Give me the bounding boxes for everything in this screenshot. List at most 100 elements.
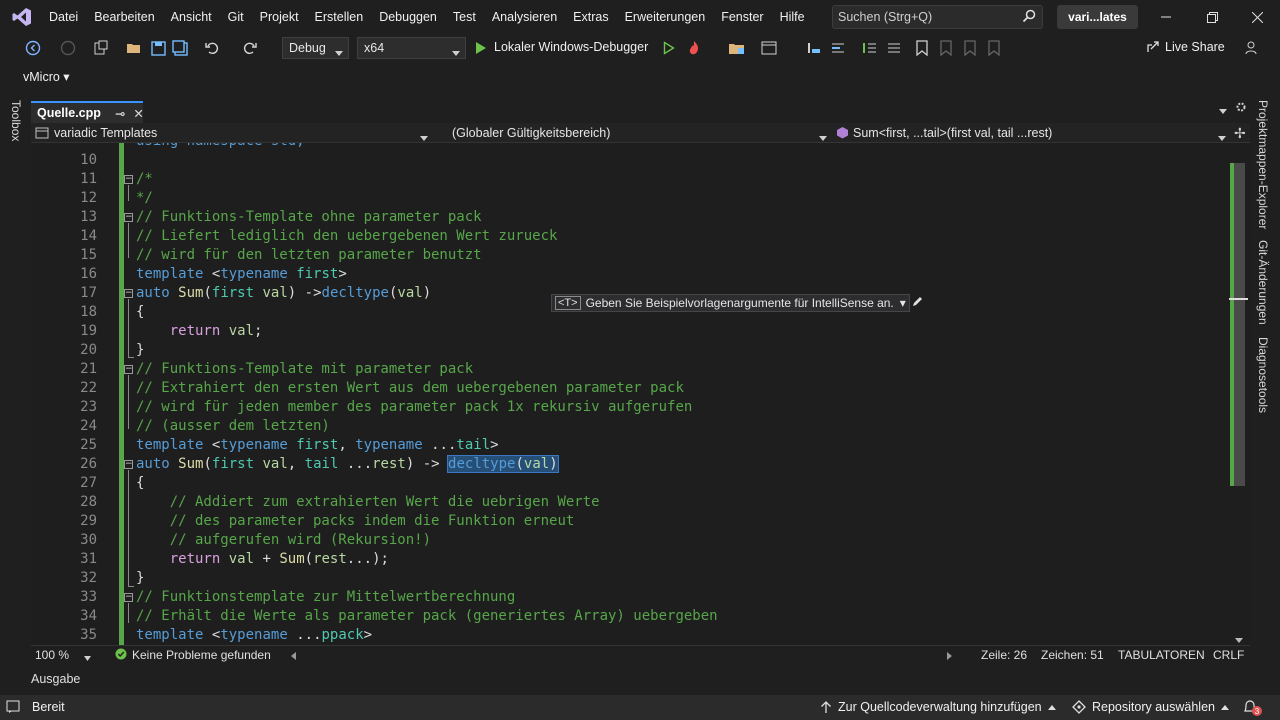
uncomment-lines-icon[interactable] — [886, 38, 902, 58]
code-text[interactable]: // Funktions-Template ohne parameter pac… — [136, 208, 482, 227]
start-debugging-button[interactable]: Lokaler Windows-Debugger — [494, 40, 648, 54]
collapse-toggle[interactable]: − — [124, 213, 133, 222]
code-text[interactable]: return val; — [136, 322, 263, 341]
code-text[interactable]: // Funktions-Template mit parameter pack — [136, 360, 473, 379]
line-ending-status[interactable]: CRLF — [1213, 648, 1244, 662]
new-project-icon[interactable] — [92, 38, 110, 58]
close-icon[interactable]: ✕ — [133, 106, 143, 121]
code-text[interactable]: // Erhält die Werte als parameter pack (… — [136, 607, 718, 626]
problems-status[interactable]: Keine Probleme gefunden — [132, 648, 271, 662]
visual-studio-logo-icon[interactable] — [11, 6, 33, 28]
search-input[interactable]: Suchen (Strg+Q) — [832, 5, 1043, 29]
navigate-forward-icon[interactable] — [60, 38, 76, 58]
collapse-toggle[interactable]: − — [124, 365, 133, 374]
vertical-scrollbar[interactable] — [1229, 143, 1250, 645]
collapse-toggle[interactable]: − — [124, 593, 133, 602]
toolbox-tab[interactable]: Toolbox — [9, 100, 23, 141]
undo-icon[interactable] — [204, 38, 220, 58]
code-text[interactable]: // (ausser dem letzten) — [136, 417, 330, 436]
code-text[interactable]: template <typename ...ppack> — [136, 626, 372, 645]
restore-icon[interactable] — [1189, 0, 1235, 34]
code-text[interactable]: auto Sum(first val) ->decltype(val) — [136, 284, 431, 303]
open-folder-icon[interactable] — [126, 38, 142, 58]
edit-pencil-icon[interactable] — [912, 296, 923, 310]
line-number-status[interactable]: Zeile: 26 — [981, 648, 1027, 662]
code-text[interactable]: auto Sum(first val, tail ...rest) -> dec… — [136, 455, 559, 474]
window-layout-icon[interactable] — [760, 38, 778, 58]
code-text[interactable]: */ — [136, 189, 153, 208]
code-text[interactable]: } — [136, 341, 144, 360]
close-window-icon[interactable] — [1234, 0, 1280, 34]
code-editor[interactable]: using namespace std; 10 11 /* 12 */ 13 // Funk… — [31, 143, 1250, 645]
scroll-down-icon[interactable] — [1235, 632, 1243, 645]
menu-item-extras[interactable]: Extras — [565, 0, 616, 34]
save-icon[interactable] — [150, 38, 166, 58]
menu-item-debuggen[interactable]: Debuggen — [371, 0, 445, 34]
code-text[interactable]: } — [136, 569, 144, 588]
hot-reload-icon[interactable] — [686, 38, 702, 58]
select-repository-button[interactable]: Repository auswählen — [1072, 700, 1229, 714]
indentation-status[interactable]: TABULATOREN — [1118, 648, 1205, 662]
menu-item-projekt[interactable]: Projekt — [252, 0, 307, 34]
code-text[interactable]: // Extrahiert den ersten Wert aus dem ue… — [136, 379, 684, 398]
chevron-down-icon[interactable]: ▾ — [900, 296, 906, 310]
search-icon[interactable] — [1022, 9, 1036, 26]
menu-item-analysieren[interactable]: Analysieren — [484, 0, 565, 34]
code-text[interactable]: // Addiert zum extrahierten Wert die ueb… — [136, 493, 600, 512]
project-dropdown[interactable]: variadic Templates — [35, 123, 430, 142]
code-text[interactable]: // Liefert lediglich den uebergebenen We… — [136, 227, 557, 246]
diagnostic-tools-tab[interactable]: Diagnosetools — [1256, 337, 1270, 413]
code-text[interactable]: /* — [136, 170, 153, 189]
collapse-toggle[interactable]: − — [124, 175, 133, 184]
solution-explorer-tab[interactable]: Projektmappen-Explorer — [1256, 100, 1270, 229]
menu-item-git[interactable]: Git — [220, 0, 252, 34]
navigate-back-icon[interactable] — [24, 38, 42, 58]
solution-folder-icon[interactable] — [728, 38, 746, 58]
add-to-source-control-button[interactable]: Zur Quellcodeverwaltung hinzufügen — [820, 700, 1056, 714]
code-text[interactable]: // aufgerufen wird (Rekursion!) — [136, 531, 431, 550]
column-status[interactable]: Zeichen: 51 — [1041, 648, 1104, 662]
menu-item-hilfe[interactable]: Hilfe — [772, 0, 813, 34]
zoom-level[interactable]: 100 % — [35, 648, 69, 662]
code-text[interactable]: template <typename first> — [136, 265, 347, 284]
code-text[interactable]: // des parameter packs indem die Funktio… — [136, 512, 575, 531]
vmicro-menu[interactable]: vMicro ▾ — [23, 69, 70, 84]
platform-select[interactable]: x64 — [357, 37, 466, 59]
tab-list-dropdown-icon[interactable] — [1219, 103, 1227, 117]
minimize-icon[interactable] — [1143, 0, 1189, 34]
code-text[interactable]: // wird für den letzten parameter benutz… — [136, 246, 482, 265]
code-text[interactable]: { — [136, 474, 144, 493]
member-dropdown[interactable]: Sum<first, ...tail>(first val, tail ...r… — [836, 123, 1216, 142]
chevron-down-icon[interactable] — [84, 650, 91, 664]
save-all-icon[interactable] — [172, 38, 188, 58]
menu-item-erstellen[interactable]: Erstellen — [307, 0, 372, 34]
notifications-button[interactable]: 3 — [1243, 700, 1262, 716]
code-text[interactable]: return val + Sum(rest...); — [136, 550, 389, 569]
menu-item-ansicht[interactable]: Ansicht — [163, 0, 220, 34]
scroll-left-icon[interactable] — [291, 649, 296, 663]
configuration-select[interactable]: Debug — [282, 37, 349, 59]
start-without-debugging-icon[interactable] — [662, 38, 676, 58]
tab-quelle-cpp[interactable]: Quelle.cpp ⊸ ✕ — [31, 101, 144, 123]
template-argument-hint[interactable]: <T> Geben Sie Beispielvorlagenargumente … — [551, 294, 922, 312]
menu-item-test[interactable]: Test — [445, 0, 484, 34]
align-left-icon[interactable] — [830, 38, 846, 58]
clear-bookmarks-icon[interactable] — [986, 38, 1002, 58]
git-changes-tab[interactable]: Git-Änderungen — [1256, 240, 1270, 325]
gear-icon[interactable] — [1235, 101, 1247, 116]
collapse-toggle[interactable]: − — [124, 460, 133, 469]
scope-dropdown[interactable]: (Globaler Gültigkeitsbereich) — [452, 123, 822, 142]
redo-icon[interactable] — [242, 38, 258, 58]
menu-item-datei[interactable]: Datei — [41, 0, 86, 34]
menu-item-fenster[interactable]: Fenster — [713, 0, 771, 34]
next-bookmark-icon[interactable] — [962, 38, 978, 58]
scrollbar-thumb[interactable] — [1234, 163, 1245, 486]
scroll-right-icon[interactable] — [947, 649, 952, 663]
start-debugging-icon[interactable] — [474, 38, 488, 58]
code-text[interactable]: template <typename first, typename ...ta… — [136, 436, 499, 455]
menu-item-erweiterungen[interactable]: Erweiterungen — [617, 0, 714, 34]
code-text[interactable]: { — [136, 303, 144, 322]
solution-name-badge[interactable]: vari...lates — [1057, 5, 1138, 29]
collapse-toggle[interactable]: − — [124, 289, 133, 298]
menu-item-bearbeiten[interactable]: Bearbeiten — [86, 0, 162, 34]
